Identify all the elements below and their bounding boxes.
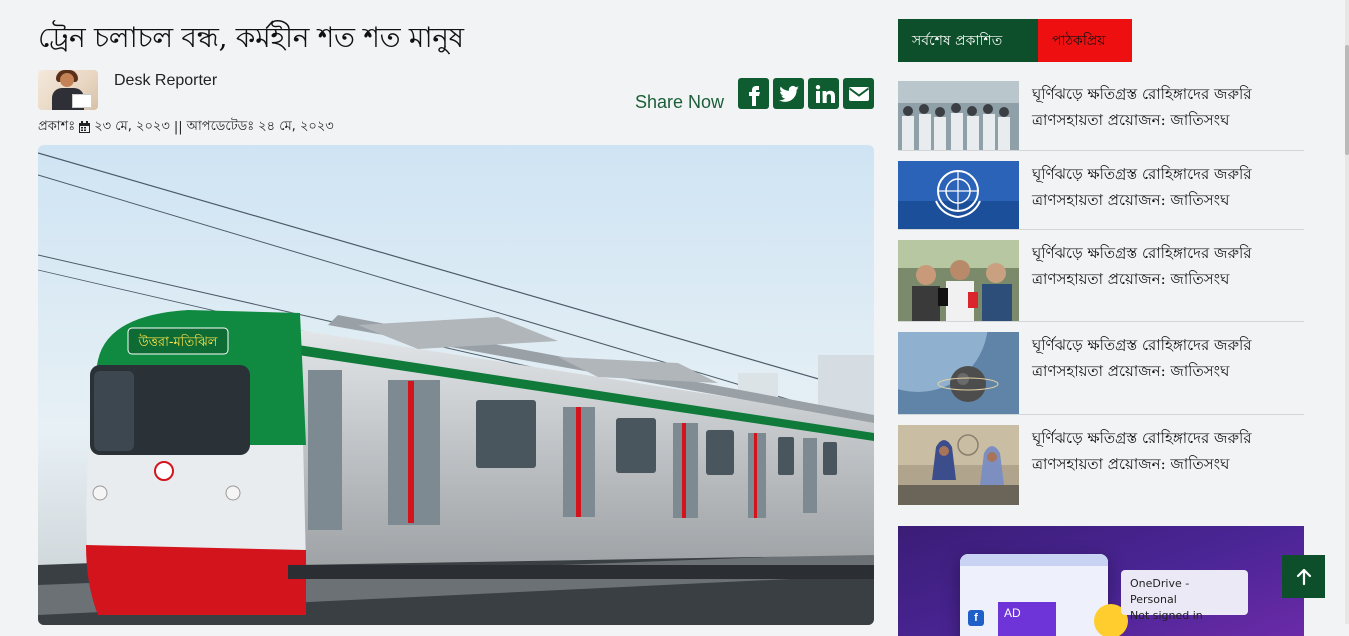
calendar-icon	[79, 121, 91, 133]
author-row: Desk Reporter Share Now	[38, 70, 874, 114]
updated-label: আপডেটেডঃ	[186, 118, 255, 134]
updated-date: ২৪ মে, ২০২৩	[258, 118, 334, 134]
sidebar: সর্বশেষ প্রকাশিত পাঠকপ্রিয় ঘূর্ণিঝড়ে ক…	[898, 19, 1304, 505]
onedrive-tooltip: OneDrive - Personal Not signed in	[1121, 570, 1248, 622]
back-to-top-button[interactable]	[1282, 555, 1325, 598]
latest-news-list: ঘূর্ণিঝড়ে ক্ষতিগ্রস্ত রোহিঙ্গাদের জরুরি…	[898, 81, 1304, 505]
hero-destination-sign: উত্তরা-মতিঝিল	[138, 334, 218, 350]
news-title[interactable]: ঘূর্ণিঝড়ে ক্ষতিগ্রস্ত রোহিঙ্গাদের জরুরি…	[1019, 81, 1304, 150]
share-buttons	[738, 78, 874, 109]
published-label: প্রকাশঃ	[38, 118, 76, 134]
news-thumbnail[interactable]	[898, 81, 1019, 150]
news-title[interactable]: ঘূর্ণিঝড়ে ক্ষতিগ্রস্ত রোহিঙ্গাদের জরুরি…	[1019, 161, 1304, 229]
twitter-icon[interactable]	[773, 78, 804, 109]
date-separator: ||	[173, 119, 183, 135]
arrow-up-icon	[1296, 568, 1311, 585]
tab-popular[interactable]: পাঠকপ্রিয়	[1038, 19, 1132, 62]
list-item[interactable]: ঘূর্ণিঝড়ে ক্ষতিগ্রস্ত রোহিঙ্গাদের জরুরি…	[898, 332, 1304, 415]
tab-latest[interactable]: সর্বশেষ প্রকাশিত	[898, 19, 1038, 62]
news-thumbnail[interactable]	[898, 332, 1019, 414]
share-label: Share Now	[635, 92, 725, 112]
tooltip-line-2: Not signed in	[1130, 609, 1203, 622]
linkedin-icon[interactable]	[808, 78, 839, 109]
sidebar-tabs: সর্বশেষ প্রকাশিত পাঠকপ্রিয়	[898, 19, 1304, 62]
list-item[interactable]: ঘূর্ণিঝড়ে ক্ষতিগ্রস্ত রোহিঙ্গাদের জরুরি…	[898, 240, 1304, 322]
news-thumbnail[interactable]	[898, 425, 1019, 505]
list-item[interactable]: ঘূর্ণিঝড়ে ক্ষতিগ্রস্ত রোহিঙ্গাদের জরুরি…	[898, 81, 1304, 151]
tooltip-line-1: OneDrive - Personal	[1130, 577, 1190, 606]
facebook-icon[interactable]	[738, 78, 769, 109]
ad-badge: AD	[998, 602, 1056, 636]
author-name[interactable]: Desk Reporter	[114, 72, 217, 90]
news-thumbnail[interactable]	[898, 240, 1019, 321]
news-title[interactable]: ঘূর্ণিঝড়ে ক্ষতিগ্রস্ত রোহিঙ্গাদের জরুরি…	[1019, 240, 1304, 321]
news-title[interactable]: ঘূর্ণিঝড়ে ক্ষতিগ্রস্ত রোহিঙ্গাদের জরুরি…	[1019, 332, 1304, 414]
scrollbar-thumb[interactable]	[1345, 45, 1349, 155]
article: ট্রেন চলাচল বন্ধ, কর্মহীন শত শত মানুষ De…	[38, 18, 874, 625]
email-icon[interactable]	[843, 78, 874, 109]
page-scrollbar[interactable]	[1345, 0, 1349, 624]
list-item[interactable]: ঘূর্ণিঝড়ে ক্ষতিগ্রস্ত রোহিঙ্গাদের জরুরি…	[898, 425, 1304, 505]
news-thumbnail[interactable]	[898, 161, 1019, 229]
list-item[interactable]: ঘূর্ণিঝড়ে ক্ষতিগ্রস্ত রোহিঙ্গাদের জরুরি…	[898, 161, 1304, 230]
article-hero-image: উত্তরা-মতিঝিল	[38, 145, 874, 625]
published-date: ২৩ মে, ২০২৩	[94, 118, 170, 134]
news-title[interactable]: ঘূর্ণিঝড়ে ক্ষতিগ্রস্ত রোহিঙ্গাদের জরুরি…	[1019, 425, 1304, 505]
author-avatar	[38, 70, 98, 110]
article-dates: প্রকাশঃ ২৩ মে, ২০২৩ || আপডেটেডঃ ২৪ মে, ২…	[38, 116, 874, 138]
article-headline: ট্রেন চলাচল বন্ধ, কর্মহীন শত শত মানুষ	[38, 21, 464, 54]
